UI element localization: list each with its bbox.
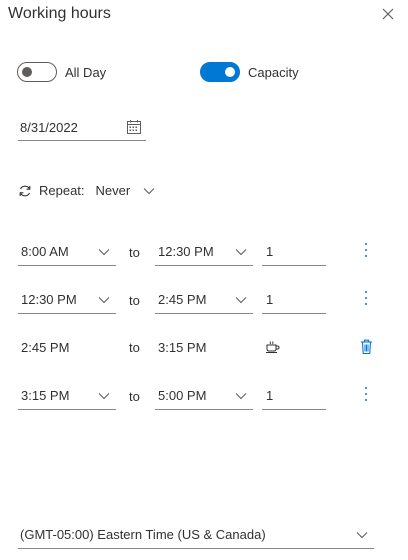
coffee-cup-icon xyxy=(266,341,280,353)
start-time-value: 8:00 AM xyxy=(21,244,69,259)
capacity-input[interactable]: 1 xyxy=(262,382,326,410)
repeat-value[interactable]: Never xyxy=(96,183,131,198)
all-day-toggle-row: All Day xyxy=(17,62,106,82)
repeat-row: Repeat: Never xyxy=(18,183,155,198)
repeat-icon xyxy=(19,185,31,196)
end-time-dropdown[interactable]: 5:00 PM xyxy=(155,382,253,410)
end-time-value: 12:30 PM xyxy=(158,244,214,259)
end-time-value: 2:45 PM xyxy=(158,292,207,307)
page-title: Working hours xyxy=(8,5,111,22)
start-time-value: 3:15 PM xyxy=(21,388,70,403)
chevron-down-icon xyxy=(235,296,247,303)
end-time-value: 5:00 PM xyxy=(158,388,207,403)
close-icon xyxy=(382,8,394,20)
timezone-value: (GMT-05:00) Eastern Time (US & Canada) xyxy=(20,527,266,542)
break-end-time: 3:15 PM xyxy=(158,339,207,355)
timezone-dropdown[interactable]: (GMT-05:00) Eastern Time (US & Canada) xyxy=(18,521,374,549)
more-options-icon[interactable] xyxy=(363,243,369,259)
start-time-dropdown[interactable]: 8:00 AM xyxy=(18,238,116,266)
capacity-input[interactable]: 1 xyxy=(262,286,326,314)
start-time-dropdown[interactable]: 3:15 PM xyxy=(18,382,116,410)
more-options-icon[interactable] xyxy=(363,387,369,403)
chevron-down-icon xyxy=(235,248,247,255)
chevron-down-icon xyxy=(98,248,110,255)
end-time-dropdown[interactable]: 2:45 PM xyxy=(155,286,253,314)
all-day-label: All Day xyxy=(65,64,107,80)
all-day-toggle[interactable] xyxy=(17,62,57,82)
to-label: to xyxy=(129,339,140,355)
date-field[interactable]: 8/31/2022 xyxy=(18,114,146,141)
more-options-icon[interactable] xyxy=(363,291,369,307)
capacity-toggle[interactable] xyxy=(200,62,240,82)
capacity-toggle-row: Capacity xyxy=(200,62,299,82)
close-button[interactable] xyxy=(381,7,395,21)
capacity-input[interactable]: 1 xyxy=(262,238,326,266)
break-start-time: 2:45 PM xyxy=(21,339,70,355)
start-time-value: 12:30 PM xyxy=(21,292,77,307)
capacity-label: Capacity xyxy=(248,64,299,80)
chevron-down-icon[interactable] xyxy=(143,187,155,195)
date-value: 8/31/2022 xyxy=(20,119,78,135)
calendar-icon[interactable] xyxy=(126,119,142,135)
trash-icon[interactable] xyxy=(360,339,373,355)
chevron-down-icon xyxy=(98,296,110,303)
end-time-dropdown[interactable]: 12:30 PM xyxy=(155,238,253,266)
repeat-label: Repeat: xyxy=(39,183,85,198)
chevron-down-icon xyxy=(356,531,368,538)
start-time-dropdown[interactable]: 12:30 PM xyxy=(18,286,116,314)
chevron-down-icon xyxy=(235,392,247,399)
chevron-down-icon xyxy=(98,392,110,399)
to-label: to xyxy=(129,244,140,260)
to-label: to xyxy=(129,388,140,404)
to-label: to xyxy=(129,292,140,308)
